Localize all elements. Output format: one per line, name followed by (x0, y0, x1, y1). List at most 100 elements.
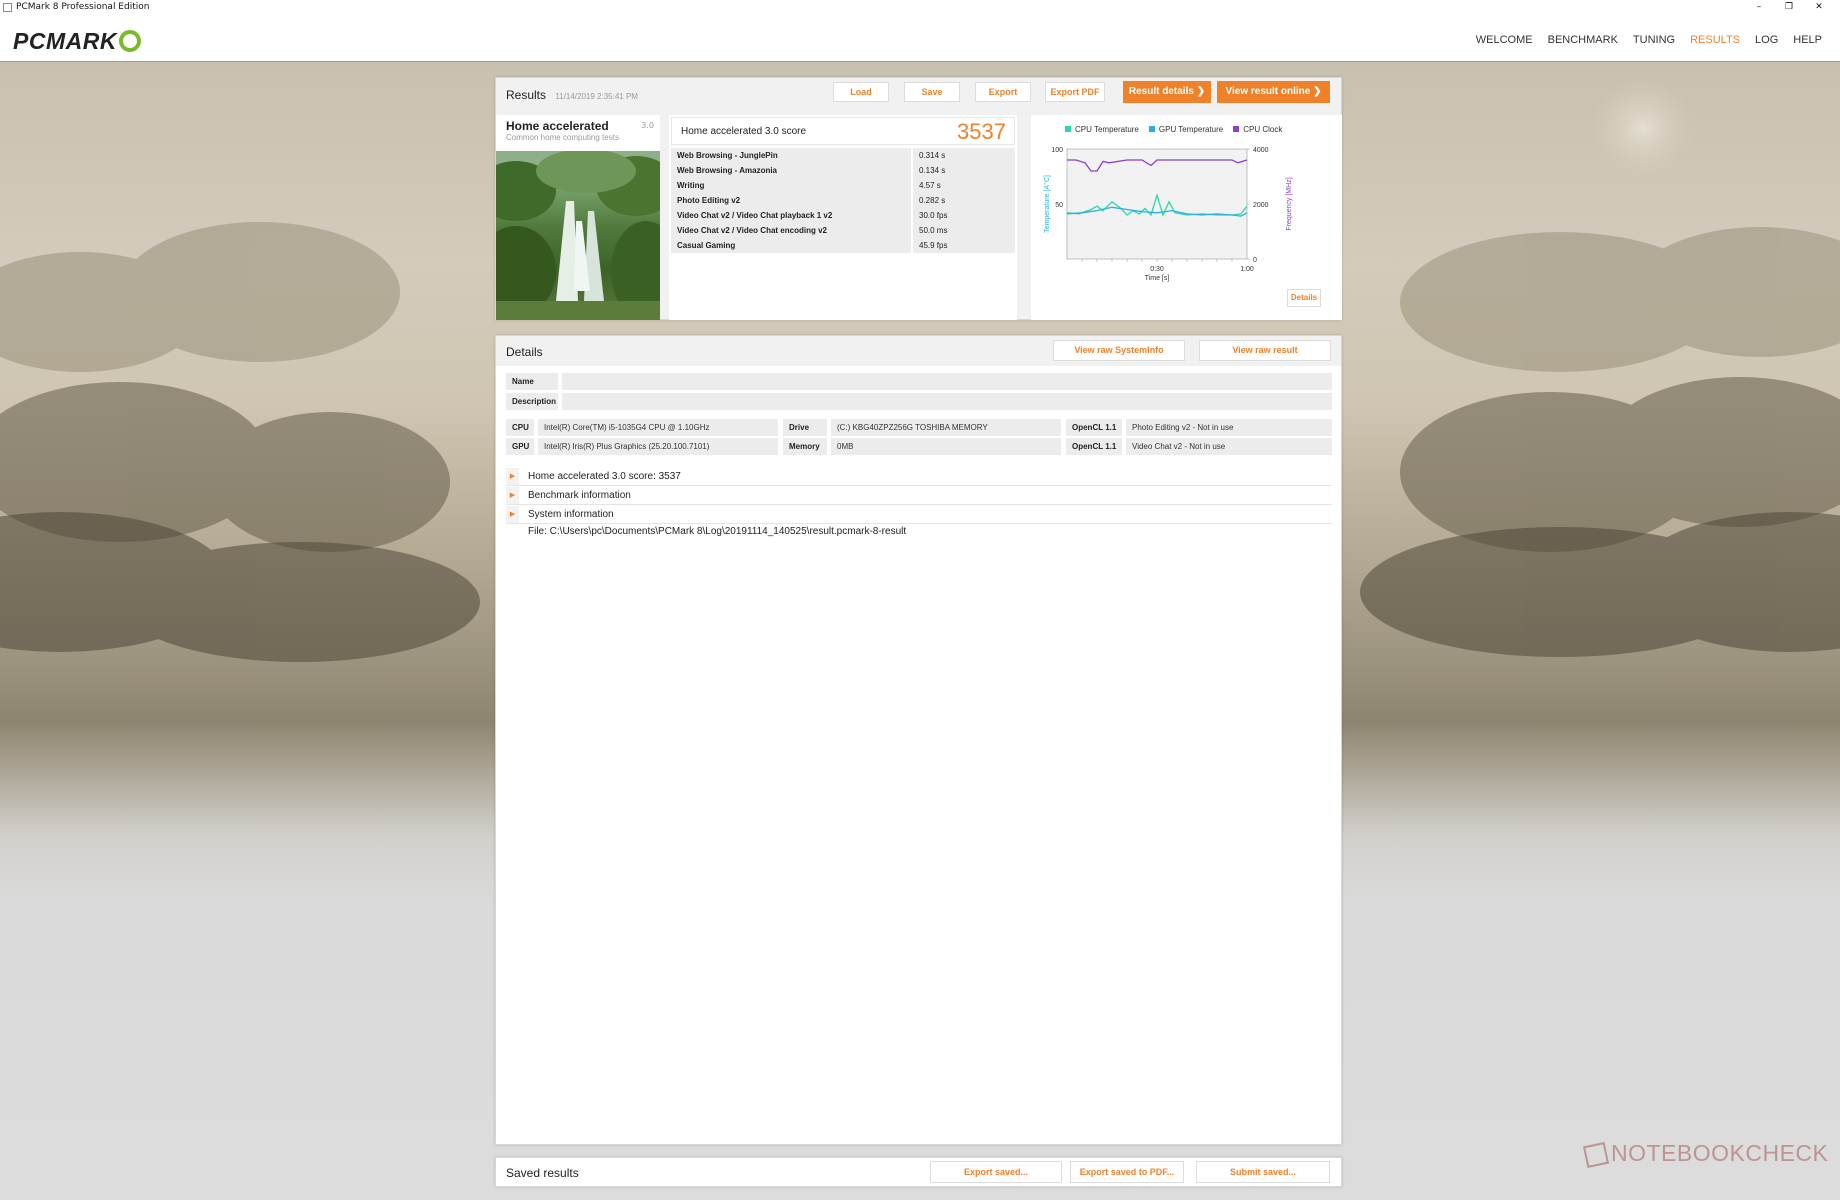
section-score[interactable]: ▶ Home accelerated 3.0 score: 3537 (506, 468, 1332, 486)
window-title: PCMark 8 Professional Edition (16, 2, 150, 12)
waterfall-image (496, 151, 660, 320)
section-system-info[interactable]: ▶ System information (506, 506, 1332, 524)
export-pdf-button[interactable]: Export PDF (1045, 82, 1105, 102)
view-online-label: View result online (1225, 86, 1311, 97)
nav-item-log[interactable]: LOG (1755, 34, 1778, 46)
left-axis-label: Temperature [A°C] (1043, 175, 1051, 233)
view-raw-sysinfo-button[interactable]: View raw SystemInfo (1053, 340, 1185, 361)
chevron-right-icon: ❯ (1196, 86, 1206, 97)
saved-results-title: Saved results (506, 1166, 579, 1180)
x-tick-label: 1:00 (1240, 266, 1254, 273)
results-panel: Results 11/14/2019 2:35:41 PM Load Save … (495, 77, 1342, 320)
results-title-text: Results (506, 88, 547, 102)
notebookcheck-logo-icon (1582, 1141, 1610, 1168)
drive-label: Drive (783, 419, 827, 436)
opencl-label-2: OpenCL 1.1 (1066, 438, 1122, 455)
section-benchmark-info[interactable]: ▶ Benchmark information (506, 487, 1332, 505)
description-label: Description (506, 393, 558, 410)
memory-value: 0MB (831, 438, 1061, 455)
view-raw-result-button[interactable]: View raw result (1199, 340, 1331, 361)
triangle-right-icon: ▶ (506, 487, 519, 504)
nav-item-welcome[interactable]: WELCOME (1476, 34, 1533, 46)
right-tick-label: 2000 (1253, 202, 1269, 209)
score-row-name: Video Chat v2 / Video Chat playback 1 v2 (671, 208, 911, 223)
chart-details-button[interactable]: Details (1287, 289, 1321, 307)
score-row-value: 30.0 fps (913, 208, 1015, 223)
drive-value: (C:) KBG40ZPZ256G TOSHIBA MEMORY (831, 419, 1061, 436)
x-tick-label: 0:30 (1150, 266, 1164, 273)
right-axis-label: Frequency [MHz] (1286, 177, 1293, 230)
overall-score: 3537 (957, 119, 1006, 144)
score-row-name: Web Browsing - Amazonia (671, 163, 911, 178)
left-tick-label: 50 (1055, 202, 1063, 209)
pcmark-logo: PCMARK (13, 27, 141, 55)
score-row-name: Casual Gaming (671, 238, 911, 253)
nav-item-tuning[interactable]: TUNING (1633, 34, 1675, 46)
watermark-text: NOTEBOOKCHECK (1611, 1140, 1829, 1166)
section-system-info-label: System information (528, 509, 614, 520)
score-row-value: 0.134 s (913, 163, 1015, 178)
benchmark-card: Home accelerated 3.0 Common home computi… (496, 115, 660, 320)
gpu-label: GPU (506, 438, 534, 455)
opencl-value-1: Photo Editing v2 - Not in use (1126, 419, 1332, 436)
score-row-value: 4.57 s (913, 178, 1015, 193)
score-row-value: 45.9 fps (913, 238, 1015, 253)
score-row: Video Chat v2 / Video Chat encoding v2 50… (671, 223, 1015, 239)
opencl-label-1: OpenCL 1.1 (1066, 419, 1122, 436)
score-row-name: Writing (671, 178, 911, 193)
score-row: Web Browsing - Amazonia 0.134 s (671, 163, 1015, 179)
nav-item-help[interactable]: HELP (1793, 34, 1822, 46)
section-benchmark-info-label: Benchmark information (528, 490, 631, 501)
export-saved-pdf-button[interactable]: Export saved to PDF... (1070, 1161, 1184, 1183)
export-button[interactable]: Export (975, 82, 1031, 102)
description-value[interactable] (562, 393, 1332, 410)
left-tick-label: 100 (1051, 147, 1063, 154)
app-icon (3, 3, 12, 12)
score-row: Video Chat v2 / Video Chat playback 1 v2… (671, 208, 1015, 224)
close-icon[interactable]: ✕ (1804, 0, 1834, 15)
logo-text: PCMARK (13, 27, 117, 54)
notebookcheck-watermark: NOTEBOOKCHECK (1582, 1140, 1829, 1168)
window-titlebar: PCMark 8 Professional Edition – ❐ ✕ (0, 0, 1840, 15)
details-panel: Details View raw SystemInfo View raw res… (495, 335, 1342, 1145)
submit-saved-button[interactable]: Submit saved... (1196, 1161, 1330, 1183)
x-axis-label: Time [s] (1145, 275, 1170, 282)
result-file-path: File: C:\Users\pc\Documents\PCMark 8\Log… (528, 526, 907, 537)
name-value[interactable] (562, 373, 1332, 390)
monitoring-chart: CPU Temperature GPU Temperature CPU Cloc… (1031, 115, 1342, 320)
export-saved-button[interactable]: Export saved... (930, 1161, 1062, 1183)
nav-item-benchmark[interactable]: BENCHMARK (1548, 34, 1618, 46)
app-header: PCMARK WELCOME BENCHMARK TUNING RESULTS LOG H… (0, 15, 1840, 62)
cpu-value: Intel(R) Core(TM) i5-1035G4 CPU @ 1.10GH… (538, 419, 778, 436)
logo-8-icon (118, 30, 141, 52)
plot-area (1066, 148, 1248, 260)
score-row-value: 0.314 s (913, 148, 1015, 163)
restore-icon[interactable]: ❐ (1774, 0, 1804, 15)
minimize-icon[interactable]: – (1744, 0, 1774, 15)
score-table: Home accelerated 3.0 score 3537 Web Brow… (669, 115, 1017, 320)
chevron-right-icon: ❯ (1313, 86, 1322, 97)
details-title: Details (506, 345, 543, 359)
score-row: Web Browsing - JunglePin 0.314 s (671, 148, 1015, 164)
score-row: Casual Gaming 45.9 fps (671, 238, 1015, 254)
section-score-label: Home accelerated 3.0 score: 3537 (528, 471, 681, 482)
gpu-value: Intel(R) Iris(R) Plus Graphics (25.20.10… (538, 438, 778, 455)
nav-item-results[interactable]: RESULTS (1690, 34, 1740, 46)
opencl-value-2: Video Chat v2 - Not in use (1126, 438, 1332, 455)
result-details-button[interactable]: Result details ❯ (1123, 81, 1211, 103)
main-nav: WELCOME BENCHMARK TUNING RESULTS LOG HELP (1461, 34, 1822, 46)
result-details-label: Result details (1128, 86, 1194, 97)
save-button[interactable]: Save (904, 82, 960, 102)
view-online-button[interactable]: View result online ❯ (1217, 81, 1330, 103)
benchmark-subtitle: Common home computing tests (506, 133, 619, 142)
cpu-label: CPU (506, 419, 534, 436)
results-timestamp: 11/14/2019 2:35:41 PM (555, 92, 638, 101)
memory-label: Memory (783, 438, 827, 455)
load-button[interactable]: Load (833, 82, 889, 102)
right-tick-label: 4000 (1253, 147, 1269, 154)
results-title: Results 11/14/2019 2:35:41 PM (506, 88, 638, 102)
score-header: Home accelerated 3.0 score 3537 (671, 117, 1015, 145)
benchmark-version: 3.0 (641, 121, 654, 130)
name-label: Name (506, 373, 558, 390)
score-label: Home accelerated 3.0 score (681, 126, 807, 137)
